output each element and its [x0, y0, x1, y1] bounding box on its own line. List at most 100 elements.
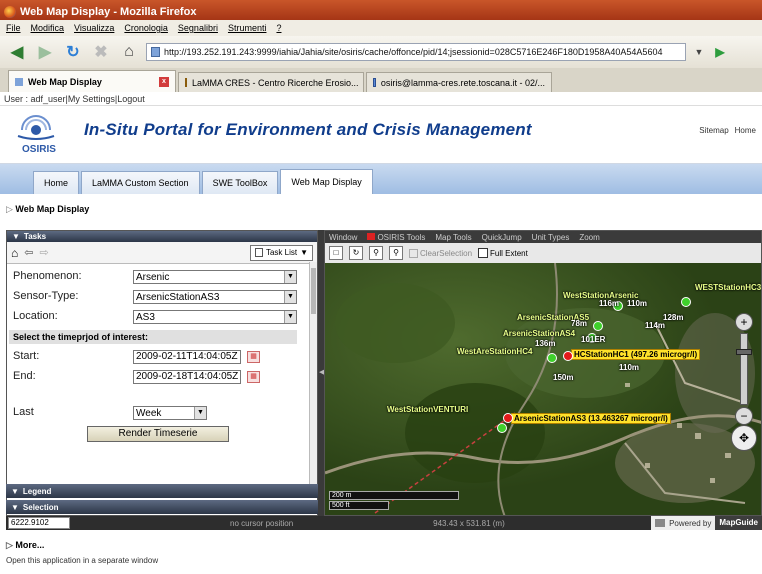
zoom-track[interactable]: [740, 333, 748, 405]
start-calendar-icon[interactable]: ▦: [247, 351, 260, 363]
end-date-input[interactable]: 2009-02-18T14:04:05Z: [133, 370, 241, 384]
tab-swe-toolbox[interactable]: SWE ToolBox: [201, 171, 279, 194]
reload-icon[interactable]: ↻: [62, 41, 84, 63]
collapse-icon[interactable]: ▼: [12, 232, 20, 241]
pan-control-icon[interactable]: ✥: [731, 425, 757, 451]
tab-close-icon[interactable]: x: [159, 76, 169, 87]
map-menu-map-tools[interactable]: Map Tools: [435, 233, 471, 242]
scrollbar-thumb[interactable]: [311, 268, 316, 314]
station-label-hc4[interactable]: WestAreStationHC4: [457, 347, 532, 356]
tab-home[interactable]: Home: [33, 171, 80, 194]
legend-header[interactable]: ▼ Legend: [6, 484, 318, 498]
menu-cronologia[interactable]: Cronologia: [124, 23, 168, 36]
legend-title: Legend: [22, 486, 52, 496]
last-period-select[interactable]: Week ▼: [133, 406, 207, 420]
station-label-weststationhc3[interactable]: WESTStationHC3: [695, 283, 761, 292]
map-menu-window[interactable]: Window: [329, 233, 357, 242]
tasks-scrollbar[interactable]: [309, 262, 317, 492]
powered-by-label: Powered by: [669, 518, 712, 528]
scale-bar-imperial: 500 ft: [329, 501, 389, 510]
selection-header[interactable]: ▼ Selection: [6, 500, 318, 514]
tab-web-map-display[interactable]: Web Map Display: [280, 169, 373, 194]
station-label-as4[interactable]: ArsenicStationAS4: [503, 329, 575, 338]
location-select[interactable]: AS3 ▼: [133, 310, 297, 324]
menu-segnalibri[interactable]: Segnalibri: [178, 23, 218, 36]
station-marker-icon[interactable]: [547, 353, 557, 363]
sitemap-link[interactable]: Sitemap: [699, 126, 728, 135]
back-task-icon[interactable]: ⇦: [24, 246, 33, 259]
home-link[interactable]: Home: [735, 126, 756, 135]
forward-icon[interactable]: ▶: [34, 41, 56, 63]
forward-task-icon[interactable]: ⇨: [39, 246, 48, 259]
satellite-map[interactable]: WestStationArsenic WESTStationHC3 Arseni…: [325, 263, 761, 515]
url-bar[interactable]: http://193.252.191.243:9999/iahia/Jahia/…: [146, 43, 686, 61]
phenomenon-select[interactable]: Arsenic ▼: [133, 270, 297, 284]
tasks-header[interactable]: ▼ Tasks: [7, 231, 317, 242]
breadcrumb-label: Web Map Display: [15, 204, 90, 214]
browser-tab-mail[interactable]: osiris@lamma-cres.rete.toscana.it - 02/.…: [366, 72, 552, 92]
browser-tab-label: osiris@lamma-cres.rete.toscana.it - 02/.…: [380, 77, 545, 88]
map-menu-zoom[interactable]: Zoom: [579, 233, 599, 242]
browser-tab-web-map-display[interactable]: Web Map Display x: [8, 70, 176, 92]
chevron-down-icon: ▼: [300, 248, 308, 257]
zoom-thumb[interactable]: [736, 349, 752, 355]
separate-window-link[interactable]: Open this application in a separate wind…: [6, 556, 158, 565]
menu-file[interactable]: File: [6, 23, 21, 36]
zoom-out-icon[interactable]: −: [735, 407, 753, 425]
map-number: 114m: [645, 321, 666, 330]
printer-icon[interactable]: [655, 519, 666, 527]
task-list-button[interactable]: Task List ▼: [249, 244, 313, 261]
menu-visualizza[interactable]: Visualizza: [74, 23, 114, 36]
station-label-as3[interactable]: ArsenicStationAS3 (13.463267 microgr/l): [511, 413, 671, 424]
menu-modifica[interactable]: Modifica: [31, 23, 65, 36]
start-date-input[interactable]: 2009-02-11T14:04:05Z: [133, 350, 241, 364]
page-icon: [151, 47, 160, 57]
tab-lamma-custom-section[interactable]: LaMMA Custom Section: [81, 171, 200, 194]
go-icon[interactable]: ▶: [712, 41, 728, 63]
menu-help[interactable]: ?: [276, 23, 281, 36]
station-marker-icon[interactable]: [681, 297, 691, 307]
chevron-down-icon: ▼: [284, 311, 296, 323]
station-marker-icon[interactable]: [497, 423, 507, 433]
collapse-icon[interactable]: ▼: [11, 487, 19, 496]
map-menu-bar: Window OSIRIS Tools Map Tools QuickJump …: [325, 231, 761, 243]
dropdown-arrow-icon[interactable]: ▼: [692, 41, 706, 63]
zoom-in-icon[interactable]: +: [735, 313, 753, 331]
clear-selection-button[interactable]: ClearSelection: [409, 248, 472, 258]
timeperiod-heading: Select the timeprjod of interest:: [9, 330, 297, 344]
home-icon[interactable]: ⌂: [118, 41, 140, 63]
task-list-label: Task List: [265, 248, 298, 257]
zoom-rect-icon[interactable]: ⚲: [369, 246, 383, 260]
station-marker-icon[interactable]: [563, 351, 573, 361]
browser-tab-lamma[interactable]: LaMMA CRES - Centro Ricerche Erosio...: [178, 72, 364, 92]
collapse-icon[interactable]: ▼: [11, 503, 19, 512]
window-title-bar: Web Map Display - Mozilla Firefox: [0, 0, 762, 20]
arrow-right-icon: ▷: [6, 540, 16, 550]
render-timeserie-button[interactable]: Render Timeserie: [87, 426, 229, 442]
menu-strumenti[interactable]: Strumenti: [228, 23, 267, 36]
map-menu-unit-types[interactable]: Unit Types: [532, 233, 570, 242]
user-line[interactable]: User : adf_user|My Settings|Logout: [0, 92, 762, 106]
map-menu-osiris-tools[interactable]: OSIRIS Tools: [367, 232, 425, 242]
portal-header: OSIRIS In-Situ Portal for Environment an…: [0, 106, 762, 164]
end-label: End:: [13, 370, 36, 382]
home-task-icon[interactable]: ⌂: [11, 246, 18, 260]
back-icon[interactable]: ◀: [6, 41, 28, 63]
more-link[interactable]: ▷ More...: [6, 540, 44, 551]
zoom-slider[interactable]: + − ✥: [731, 313, 757, 451]
select-tool-icon[interactable]: □: [329, 246, 343, 260]
station-label-venturi[interactable]: WestStationVENTURI: [387, 405, 468, 414]
station-label-hc1[interactable]: HCStationHC1 (497.26 microgr/l): [571, 349, 701, 360]
tasks-form: Phenomenon: Arsenic ▼ Sensor-Type: Arseni…: [7, 262, 317, 516]
end-calendar-icon[interactable]: ▦: [247, 371, 260, 383]
station-marker-icon[interactable]: [503, 413, 513, 423]
map-menu-quickjump[interactable]: QuickJump: [482, 233, 522, 242]
full-extent-button[interactable]: Full Extent: [478, 248, 528, 258]
stop-icon[interactable]: ✖: [90, 41, 112, 63]
sensor-type-select[interactable]: ArsenicStationAS3 ▼: [133, 290, 297, 304]
scale-input[interactable]: 6222.9102: [8, 517, 70, 529]
zoom-selection-icon[interactable]: ⚲: [389, 246, 403, 260]
station-marker-icon[interactable]: [593, 321, 603, 331]
refresh-map-icon[interactable]: ↻: [349, 246, 363, 260]
mail-favicon: [373, 78, 376, 87]
